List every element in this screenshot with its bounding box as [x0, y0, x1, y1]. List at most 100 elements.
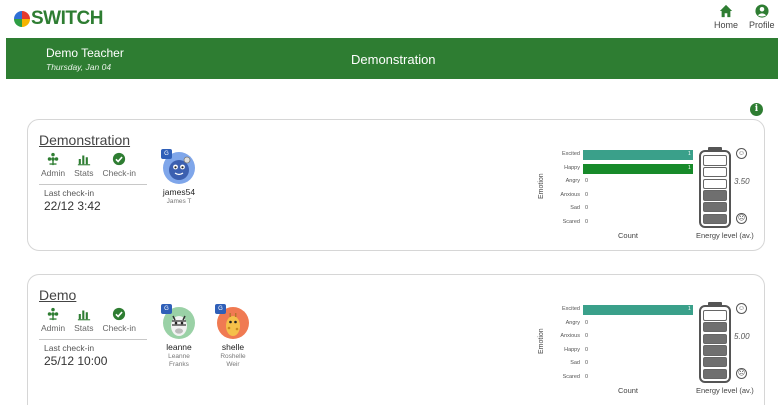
emotion-row: Angry 0: [550, 176, 698, 188]
home-button[interactable]: Home: [714, 4, 738, 30]
energy-meter: ☺ 3.50 ☹ Energy level (av.): [696, 147, 762, 242]
class-title[interactable]: Demonstration: [39, 132, 130, 148]
top-bar: SWITCH Home Profile: [0, 0, 778, 37]
checkin-button[interactable]: Check-in: [102, 152, 136, 178]
class-actions: Admin Stats Check-in: [41, 307, 145, 333]
emotion-label: Excited: [561, 306, 580, 312]
emotion-label: Angry: [565, 178, 580, 184]
emotion-zero: 0: [585, 178, 589, 184]
emotion-zero: 0: [585, 333, 589, 339]
stats-button[interactable]: Stats: [74, 152, 93, 178]
student-badge: G: [161, 304, 172, 314]
emotion-chart: Emotion Excited 1 Angry 0 Anxious 0 Happy 0 Sad 0…: [538, 304, 698, 399]
admin-button[interactable]: Admin: [41, 307, 65, 333]
battery-cell: [703, 201, 727, 213]
stats-label: Stats: [74, 168, 94, 178]
happy-face-icon: ☺: [736, 148, 747, 159]
stats-bar-icon: [77, 155, 90, 166]
student-fullname: James T: [166, 198, 192, 205]
battery-cell: [703, 356, 727, 368]
emotion-row: Anxious 0: [550, 190, 698, 202]
admin-label: Admin: [41, 323, 66, 333]
emotion-row: Happy 0: [550, 345, 698, 357]
emotion-zero: 0: [585, 218, 589, 225]
checkin-label: Check-in: [102, 323, 137, 333]
emotion-row: Scared 0: [550, 217, 698, 229]
battery-cell: [703, 333, 727, 344]
emotion-label: Happy: [564, 164, 580, 171]
last-checkin-label: Last check-in: [44, 343, 95, 353]
emotion-label: Anxious: [560, 191, 580, 198]
avatar: G: [215, 304, 249, 339]
check-circle-icon: [113, 152, 126, 166]
student-username: shelle: [221, 342, 245, 352]
emotion-label: Angry: [565, 319, 580, 326]
battery-body: [699, 150, 731, 228]
class-card: Demo Admin Stats Check-in Last check-in …: [27, 274, 765, 405]
student-badge: G: [161, 149, 172, 159]
stats-button[interactable]: Stats: [74, 307, 93, 333]
battery-cell: [703, 166, 727, 178]
student-fullname: Leanne Franks: [168, 353, 190, 368]
emotion-row: Excited 1: [550, 149, 698, 161]
admin-tree-icon: [47, 307, 59, 321]
emotion-zero: 0: [585, 191, 589, 198]
admin-tree-icon: [47, 152, 59, 166]
emotion-chart: Emotion Excited 1 Happy 1 Angry 0 Anxious 0 Sad 0…: [538, 149, 698, 244]
emotion-row: Happy 1: [550, 163, 698, 175]
tired-face-icon: ☹: [736, 368, 747, 379]
stats-bar-icon: [77, 310, 90, 321]
emotion-zero: 0: [585, 319, 589, 326]
battery-cell: [703, 345, 727, 356]
emotion-label: Scared: [562, 218, 580, 225]
page-title: Demonstration: [351, 52, 436, 67]
student-card[interactable]: G leanne Leanne Franks: [154, 304, 204, 369]
count-axis-label: Count: [618, 386, 639, 395]
emotion-zero: 0: [585, 346, 589, 353]
emotion-bar: [583, 163, 693, 174]
home-label: Home: [714, 20, 739, 30]
logo-ball-icon: [14, 11, 30, 27]
checkin-button[interactable]: Check-in: [102, 307, 136, 333]
class-actions: Admin Stats Check-in: [41, 152, 145, 178]
logo-text: SWITCH: [31, 8, 103, 29]
emotion-label: Happy: [564, 346, 580, 353]
battery-cell: [703, 178, 727, 189]
profile-icon: [755, 4, 769, 18]
emotion-bar: [583, 150, 693, 160]
emotion-axis-title: Emotion: [538, 173, 545, 199]
divider: [39, 184, 147, 185]
profile-button[interactable]: Profile: [749, 4, 775, 30]
student-username: leanne: [166, 342, 192, 352]
stats-label: Stats: [74, 323, 94, 333]
happy-face-icon: ☺: [736, 303, 747, 314]
avatar: G: [161, 149, 195, 184]
energy-label: Energy level (av.): [696, 231, 754, 240]
switch-logo[interactable]: SWITCH: [14, 8, 103, 30]
admin-label: Admin: [41, 168, 66, 178]
info-icon[interactable]: i: [750, 103, 763, 116]
student-card[interactable]: G shelle Roshelle Weir: [208, 304, 258, 369]
energy-value: 3.50: [734, 177, 750, 186]
count-axis-label: Count: [618, 231, 639, 240]
class-title[interactable]: Demo: [39, 287, 76, 303]
emotion-label: Anxious: [560, 333, 580, 339]
emotion-axis-title: Emotion: [538, 328, 545, 354]
emotion-row: Angry 0: [550, 318, 698, 330]
emotion-label: Scared: [562, 373, 580, 380]
student-card[interactable]: G james54 James T: [154, 149, 204, 206]
home-icon: [719, 4, 733, 18]
battery-body: [699, 305, 731, 383]
battery-cell: [703, 321, 727, 333]
emotion-row: Excited 1: [550, 304, 698, 316]
emotion-row: Scared 0: [550, 372, 698, 384]
emotion-label: Sad: [570, 360, 580, 366]
emotion-zero: 0: [585, 373, 589, 380]
teacher-name: Demo Teacher: [46, 46, 124, 60]
energy-value: 5.00: [734, 332, 750, 341]
energy-label: Energy level (av.): [696, 386, 754, 395]
emotion-count: 1: [688, 306, 691, 312]
battery-cell: [703, 190, 727, 201]
admin-button[interactable]: Admin: [41, 152, 65, 178]
current-date: Thursday, Jan 04: [46, 62, 112, 72]
